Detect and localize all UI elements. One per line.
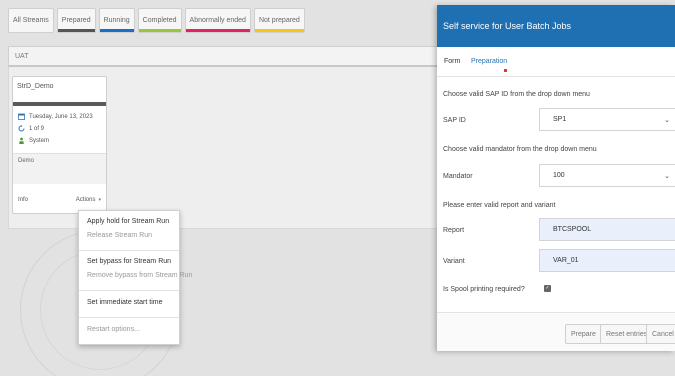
variant-input[interactable]: VAR_01 — [539, 249, 675, 272]
mandator-label: Mandator — [443, 173, 473, 180]
filter-all-streams[interactable]: All Streams — [8, 8, 54, 33]
filter-prepared[interactable]: Prepared — [56, 8, 96, 33]
cancel-button[interactable]: Cancel — [646, 324, 675, 344]
menu-item-set-bypass[interactable]: Set bypass for Stream Run — [87, 258, 171, 265]
sap-instruction: Choose valid SAP ID from the drop down m… — [443, 91, 590, 98]
actions-label: Actions — [75, 196, 96, 203]
refresh-icon — [18, 125, 25, 132]
status-color-bar — [185, 29, 250, 32]
self-service-panel: Self service for User Batch Jobs Form Pr… — [437, 5, 675, 351]
mandator-value: 100 — [553, 172, 565, 179]
status-color-bar — [254, 29, 304, 32]
calendar-icon — [18, 113, 25, 120]
menu-divider — [79, 317, 179, 318]
menu-item-apply-hold[interactable]: Apply hold for Stream Run — [87, 218, 169, 225]
mandator-instruction: Choose valid mandator from the drop down… — [443, 146, 597, 153]
progress-row: 1 of 9 — [18, 125, 44, 132]
menu-item-restart[interactable]: Restart options... — [87, 326, 140, 333]
stream-description: Demo — [13, 153, 106, 184]
sap-id-label: SAP ID — [443, 117, 466, 124]
variant-label: Variant — [443, 258, 465, 265]
menu-divider — [79, 290, 179, 291]
report-instruction: Please enter valid report and variant — [443, 202, 556, 209]
stream-card[interactable]: StrD_Demo Tuesday, June 13, 2023 1 of 9 … — [12, 76, 107, 214]
stream-card-title: StrD_Demo — [17, 83, 54, 90]
sap-id-value: SP1 — [553, 116, 567, 123]
actions-menu: Apply hold for Stream Run Release Stream… — [78, 210, 192, 345]
prepare-button[interactable]: Prepare — [565, 324, 602, 344]
status-color-bar — [138, 29, 181, 32]
chevron-down-icon: ⌄ — [664, 117, 670, 124]
run-user: System — [29, 137, 50, 144]
actions-dropdown[interactable]: Actions ▾ — [76, 197, 101, 203]
spool-checkbox[interactable]: ✓ — [544, 285, 551, 292]
status-color-bar — [57, 29, 95, 32]
user-row: System — [18, 137, 49, 144]
report-input[interactable]: BTCSPOOL — [539, 218, 675, 241]
sap-id-select[interactable]: SP1 ⌄ — [539, 108, 675, 131]
menu-item-set-immediate[interactable]: Set immediate start time — [87, 299, 162, 306]
info-link[interactable]: Info — [18, 197, 28, 203]
caret-down-icon: ▾ — [98, 196, 101, 203]
group-header[interactable]: UAT — [8, 46, 440, 67]
menu-item-remove-bypass: Remove bypass from Stream Run — [87, 272, 193, 279]
panel-footer: Prepare Reset entries Cancel — [437, 312, 675, 351]
menu-divider — [79, 250, 179, 251]
panel-tabs: Form Preparation — [437, 47, 675, 77]
run-date: Tuesday, June 13, 2023 — [29, 113, 93, 120]
run-progress: 1 of 9 — [29, 125, 45, 132]
filter-running[interactable]: Running — [98, 8, 135, 33]
filter-abnormally-ended[interactable]: Abnormally ended — [184, 8, 251, 33]
filter-not-prepared[interactable]: Not prepared — [253, 8, 305, 33]
notification-dot — [504, 69, 507, 72]
panel-title: Self service for User Batch Jobs — [437, 5, 675, 47]
date-row: Tuesday, June 13, 2023 — [18, 113, 93, 120]
user-icon — [19, 137, 24, 144]
spool-label: Is Spool printing required? — [443, 286, 525, 293]
tab-preparation[interactable]: Preparation — [471, 58, 507, 65]
chevron-down-icon: ⌄ — [664, 173, 670, 180]
status-bar — [13, 102, 106, 106]
tab-form[interactable]: Form — [444, 58, 460, 65]
status-filter-bar: All Streams Prepared Running Completed A… — [8, 8, 305, 33]
report-label: Report — [443, 227, 465, 234]
status-color-bar — [99, 29, 134, 32]
menu-item-release: Release Stream Run — [87, 232, 152, 239]
variant-value: VAR_01 — [553, 257, 579, 264]
report-value: BTCSPOOL — [553, 226, 592, 233]
filter-completed[interactable]: Completed — [137, 8, 182, 33]
mandator-select[interactable]: 100 ⌄ — [539, 164, 675, 187]
